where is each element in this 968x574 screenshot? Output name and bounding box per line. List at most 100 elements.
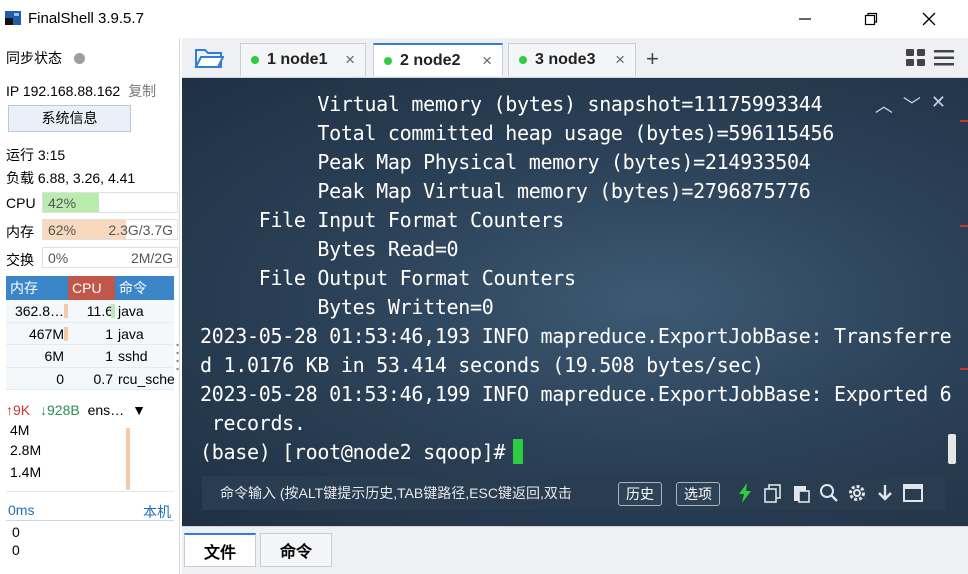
process-table-header: 内存 CPU 命令 bbox=[6, 276, 174, 300]
quick-command-icon[interactable] bbox=[734, 482, 756, 504]
close-tab-icon[interactable]: × bbox=[615, 50, 625, 70]
process-table: 内存 CPU 命令 362.8… 11.6 java 467M 1 java 6… bbox=[6, 276, 174, 390]
command-input-bar: 历史 选项 bbox=[202, 476, 946, 510]
close-tab-icon[interactable]: × bbox=[482, 51, 492, 71]
table-row[interactable]: 6M 1 sshd bbox=[6, 345, 174, 368]
close-window-button[interactable] bbox=[906, 6, 952, 32]
process-command: java bbox=[118, 303, 144, 319]
server-status-panel: 同步状态 IP 192.168.88.162 复制 系统信息 运行 3:15 负载… bbox=[0, 38, 180, 574]
scroll-marker bbox=[960, 225, 968, 227]
close-tab-icon[interactable]: × bbox=[345, 50, 355, 70]
process-memory: 362.8… bbox=[14, 303, 64, 319]
network-traffic-graph: 4M 2.8M 1.4M bbox=[6, 422, 174, 492]
graph-scale-label: 1.4M bbox=[10, 464, 42, 480]
process-cpu: 1 bbox=[105, 325, 113, 342]
sync-status-label: 同步状态 bbox=[6, 50, 62, 66]
connected-dot-icon bbox=[519, 56, 527, 64]
swap-amount: 2M/2G bbox=[130, 250, 173, 266]
cpu-meter: CPU 42% bbox=[6, 192, 178, 214]
terminal-line: records. bbox=[200, 411, 306, 435]
search-icon[interactable] bbox=[818, 482, 840, 504]
menu-icon[interactable] bbox=[934, 49, 954, 67]
copy-ip-link[interactable]: 复制 bbox=[128, 81, 156, 101]
terminal-line: 2023-05-28 01:53:46,193 INFO mapreduce.E… bbox=[200, 324, 952, 348]
options-button[interactable]: 选项 bbox=[676, 482, 720, 506]
terminal-scrollbar[interactable] bbox=[948, 434, 956, 464]
window-title: FinalShell 3.9.5.7 bbox=[28, 10, 144, 27]
traffic-spike-bar bbox=[126, 428, 130, 490]
column-header-memory[interactable]: 内存 bbox=[6, 276, 68, 300]
upload-speed: 9K bbox=[13, 402, 31, 418]
load-average-text: 负载 6.88, 3.26, 4.41 bbox=[6, 170, 136, 186]
restore-icon bbox=[864, 12, 878, 26]
column-header-cpu[interactable]: CPU bbox=[68, 276, 115, 300]
process-cpu: 1 bbox=[105, 348, 113, 364]
terminal-screen[interactable]: Virtual memory (bytes) snapshot=11175993… bbox=[182, 78, 968, 526]
table-row[interactable]: 362.8… 11.6 java bbox=[6, 300, 174, 323]
copy-icon[interactable] bbox=[762, 482, 784, 504]
minimize-icon bbox=[799, 18, 811, 20]
table-row[interactable]: 0 0.7 rcu_sche bbox=[6, 367, 174, 390]
restore-button[interactable] bbox=[848, 6, 894, 32]
column-header-command[interactable]: 命令 bbox=[115, 276, 174, 300]
tab-commands[interactable]: 命令 bbox=[260, 533, 332, 567]
tab-node1[interactable]: 1 node1 × bbox=[240, 43, 366, 76]
upload-arrow-icon: ↑ bbox=[6, 402, 13, 418]
history-button[interactable]: 历史 bbox=[618, 482, 662, 506]
tab-label: 2 node2 bbox=[400, 51, 461, 69]
terminal-line: Total committed heap usage (bytes)=59611… bbox=[200, 121, 835, 145]
terminal-output: Virtual memory (bytes) snapshot=11175993… bbox=[200, 90, 952, 467]
latency-value: 0 bbox=[12, 524, 20, 540]
scroll-marker bbox=[960, 120, 968, 122]
finalshell-logo-icon bbox=[5, 11, 21, 25]
open-folder-button[interactable] bbox=[194, 46, 225, 70]
process-command: sshd bbox=[118, 348, 148, 364]
interface-dropdown-icon[interactable]: ▼ bbox=[132, 402, 146, 418]
grid-layout-icon[interactable] bbox=[906, 49, 926, 67]
sync-status-dot-icon bbox=[74, 53, 85, 64]
terminal-line: Bytes Written=0 bbox=[200, 295, 494, 319]
tab-files[interactable]: 文件 bbox=[184, 533, 256, 567]
memory-label: 内存 bbox=[6, 224, 34, 240]
shell-prompt: (base) [root@node2 sqoop]# bbox=[200, 440, 506, 464]
memory-percent: 62% bbox=[48, 222, 77, 238]
cpu-label: CPU bbox=[6, 195, 36, 211]
chevron-down-icon[interactable]: ﹀ bbox=[903, 92, 921, 118]
process-memory: 6M bbox=[44, 348, 64, 364]
terminal-line: Virtual memory (bytes) snapshot=11175993… bbox=[200, 92, 823, 116]
process-command: java bbox=[118, 325, 144, 342]
window-icon[interactable] bbox=[902, 482, 924, 504]
tab-node3[interactable]: 3 node3 × bbox=[508, 43, 636, 76]
close-find-icon[interactable]: ✕ bbox=[931, 92, 946, 118]
latency-graph-line bbox=[6, 520, 174, 521]
process-cpu: 0.7 bbox=[93, 370, 113, 387]
add-tab-icon[interactable]: + bbox=[646, 46, 659, 72]
paste-icon[interactable] bbox=[790, 482, 812, 504]
process-cpu: 11.6 bbox=[86, 303, 113, 319]
scroll-marker bbox=[960, 368, 968, 370]
tab-node2[interactable]: 2 node2 × bbox=[373, 43, 503, 76]
download-arrow-icon[interactable] bbox=[874, 482, 896, 504]
sync-status-row: 同步状态 bbox=[6, 48, 85, 68]
process-memory: 0 bbox=[56, 370, 64, 387]
download-arrow-icon: ↓ bbox=[40, 402, 48, 418]
swap-meter: 交换 0% 2M/2G bbox=[6, 247, 178, 269]
gear-icon[interactable] bbox=[846, 482, 868, 504]
memory-meter: 内存 62% 2.3G/3.7G bbox=[6, 219, 178, 241]
command-input[interactable] bbox=[202, 476, 612, 510]
swap-percent: 0% bbox=[48, 250, 69, 266]
system-info-button[interactable]: 系统信息 bbox=[8, 105, 131, 132]
graph-scale-label: 2.8M bbox=[10, 442, 42, 458]
network-interface[interactable]: ens… bbox=[88, 402, 125, 418]
terminal-line: Bytes Read=0 bbox=[200, 237, 459, 261]
terminal-line: Peak Map Virtual memory (bytes)=27968757… bbox=[200, 179, 811, 203]
close-icon bbox=[922, 12, 936, 26]
minimize-button[interactable] bbox=[782, 6, 828, 32]
connected-dot-icon bbox=[384, 56, 392, 65]
table-row[interactable]: 467M 1 java bbox=[6, 322, 174, 345]
terminal-line: Peak Map Physical memory (bytes)=2149335… bbox=[200, 150, 811, 174]
chevron-up-icon[interactable]: ︿ bbox=[875, 92, 893, 118]
connected-dot-icon bbox=[251, 56, 259, 64]
panel-splitter-handle[interactable] bbox=[176, 342, 179, 372]
tab-label: 1 node1 bbox=[267, 51, 328, 68]
